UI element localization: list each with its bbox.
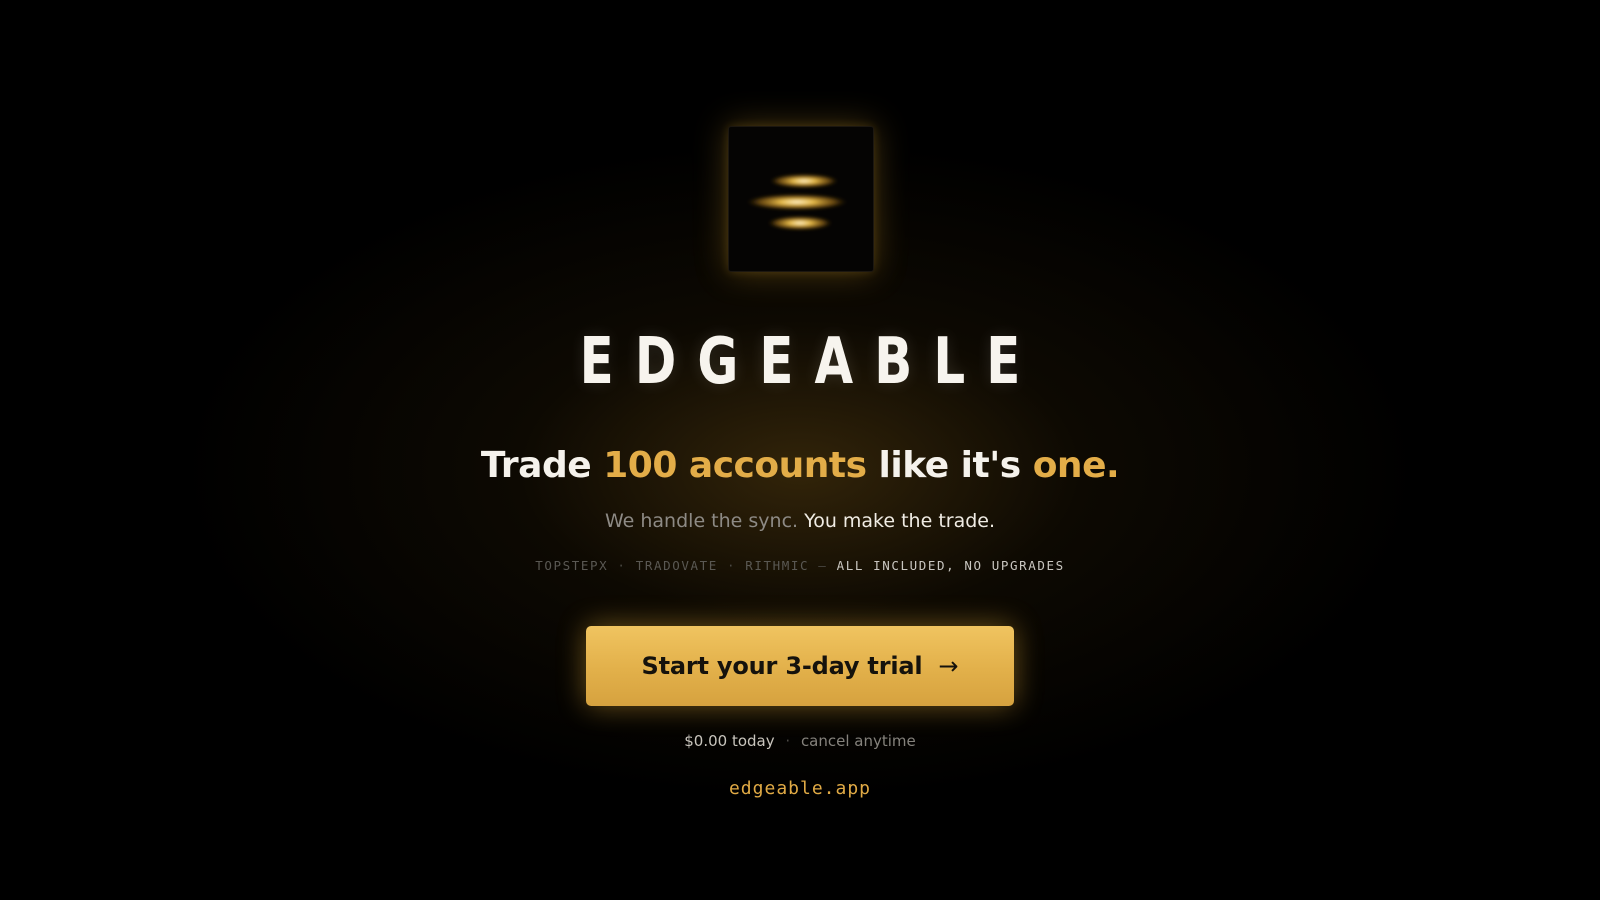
headline-highlight-one: one. [1032,445,1120,486]
headline-highlight-accounts: 100 accounts [603,445,867,486]
platform-topstepx: TOPSTEPX [535,558,609,573]
three-gold-bars-icon [747,174,847,230]
landing-page: EDGEABLE Trade 100 accounts like it's on… [0,0,1600,900]
start-trial-label: Start your 3-day trial [641,652,923,680]
cancel-anytime: cancel anytime [800,732,916,750]
pricing-separator: · [785,732,791,750]
platform-dash: — [818,558,828,573]
platform-separator: · [617,558,627,573]
start-trial-button[interactable]: Start your 3-day trial → [586,626,1014,706]
subheadline: We handle the sync. You make the trade. [0,508,1600,534]
headline-part1: Trade [480,445,592,486]
price-today: $0.00 today [684,732,775,750]
site-domain-link[interactable]: edgeable.app [0,777,1600,801]
supported-platforms: TOPSTEPX · TRADOVATE · RITHMIC — ALL INC… [0,557,1600,575]
headline-part2: like it's [878,445,1022,486]
headline: Trade 100 accounts like it's one. [0,442,1600,490]
logo-bar-top [770,174,838,188]
subheadline-muted: We handle the sync. [604,510,799,532]
logo-bar-middle [747,194,847,210]
subheadline-bright: You make the trade. [804,510,996,532]
pricing-note: $0.00 today · cancel anytime [0,731,1600,751]
platform-rithmic: RITHMIC [745,558,810,573]
platforms-note: ALL INCLUDED, NO UPGRADES [836,558,1065,573]
platform-separator: · [726,558,737,573]
platform-tradovate: TRADOVATE [635,558,718,573]
arrow-right-icon: → [938,652,959,680]
logo [728,126,874,272]
brand-wordmark: EDGEABLE [579,325,1042,399]
logo-bar-bottom [768,216,832,230]
